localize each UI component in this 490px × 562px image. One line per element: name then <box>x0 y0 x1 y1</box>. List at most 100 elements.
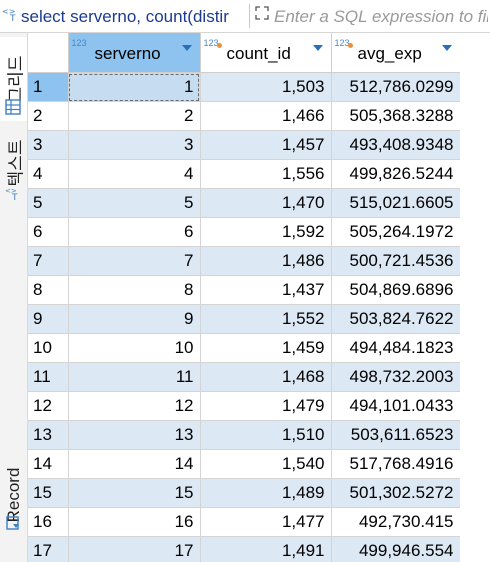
cell-serverno[interactable]: 16 <box>68 507 201 537</box>
column-header-count-id[interactable]: 123 count_id <box>200 33 332 73</box>
cell-count-id[interactable]: 1,466 <box>200 101 332 131</box>
cell-count-id[interactable]: 1,486 <box>200 246 332 276</box>
cell-count-id[interactable]: 1,468 <box>200 362 332 392</box>
table-row[interactable]: 6 6 1,592 505,264.1972 <box>28 217 460 247</box>
table-row[interactable]: 8 8 1,437 504,869.6896 <box>28 275 460 305</box>
cell-avg-exp[interactable]: 504,869.6896 <box>331 275 460 305</box>
table-row[interactable]: 16 16 1,477 492,730.415 <box>28 507 460 537</box>
sql-toolbar: <> T select serverno, count(distir <box>0 0 490 33</box>
sort-arrow-icon[interactable] <box>441 45 452 51</box>
table-row[interactable]: 15 15 1,489 501,302.5272 <box>28 478 460 508</box>
table-row[interactable]: 11 11 1,468 498,732.2003 <box>28 362 460 392</box>
cell-count-id[interactable]: 1,510 <box>200 420 332 450</box>
row-number-cell[interactable]: 8 <box>28 275 69 305</box>
key-dot-icon <box>216 43 222 48</box>
table-row[interactable]: 4 4 1,556 499,826.5244 <box>28 159 460 189</box>
table-row[interactable]: 10 10 1,459 494,484.1823 <box>28 333 460 363</box>
row-number-cell[interactable]: 7 <box>28 246 69 276</box>
row-number-cell[interactable]: 11 <box>28 362 69 392</box>
cell-avg-exp[interactable]: 515,021.6605 <box>331 188 460 218</box>
cell-avg-exp[interactable]: 501,302.5272 <box>331 478 460 508</box>
cell-avg-exp[interactable]: 512,786.0299 <box>331 72 460 102</box>
row-number-cell[interactable]: 4 <box>28 159 69 189</box>
tab-grid-label: 그리드 <box>6 55 25 103</box>
sort-arrow-icon[interactable] <box>181 45 192 51</box>
table-row[interactable]: 9 9 1,552 503,824.7622 <box>28 304 460 334</box>
expand-icon[interactable] <box>254 5 270 21</box>
grid-icon <box>5 99 21 115</box>
cell-count-id[interactable]: 1,552 <box>200 304 332 334</box>
cell-count-id[interactable]: 1,459 <box>200 333 332 363</box>
cell-avg-exp[interactable]: 493,408.9348 <box>331 130 460 160</box>
cell-avg-exp[interactable]: 494,484.1823 <box>331 333 460 363</box>
cell-avg-exp[interactable]: 505,368.3288 <box>331 101 460 131</box>
row-number-cell[interactable]: 3 <box>28 130 69 160</box>
cell-avg-exp[interactable]: 503,611.6523 <box>331 420 460 450</box>
table-row[interactable]: 7 7 1,486 500,721.4536 <box>28 246 460 276</box>
table-row[interactable]: 12 12 1,479 494,101.0433 <box>28 391 460 421</box>
row-number-cell[interactable]: 16 <box>28 507 69 537</box>
cell-serverno[interactable]: 9 <box>68 304 201 334</box>
cell-avg-exp[interactable]: 494,101.0433 <box>331 391 460 421</box>
cell-count-id[interactable]: 1,457 <box>200 130 332 160</box>
row-number-cell[interactable]: 13 <box>28 420 69 450</box>
numeric-type-icon: 123 <box>71 38 87 48</box>
cell-serverno[interactable]: 3 <box>68 130 201 160</box>
cell-serverno[interactable]: 11 <box>68 362 201 392</box>
sql-query-text[interactable]: select serverno, count(distir <box>21 7 247 27</box>
table-row[interactable]: 13 13 1,510 503,611.6523 <box>28 420 460 450</box>
cell-count-id[interactable]: 1,470 <box>200 188 332 218</box>
cell-avg-exp[interactable]: 492,730.415 <box>331 507 460 537</box>
row-number-cell[interactable]: 9 <box>28 304 69 334</box>
cell-serverno[interactable]: 17 <box>68 536 201 562</box>
row-number-cell[interactable]: 6 <box>28 217 69 247</box>
cell-avg-exp[interactable]: 499,946.554 <box>331 536 460 562</box>
cell-serverno[interactable]: 6 <box>68 217 201 247</box>
row-number-cell[interactable]: 5 <box>28 188 69 218</box>
cell-count-id[interactable]: 1,491 <box>200 536 332 562</box>
cell-serverno[interactable]: 5 <box>68 188 201 218</box>
row-number-cell[interactable]: 15 <box>28 478 69 508</box>
cell-count-id[interactable]: 1,503 <box>200 72 332 102</box>
cell-count-id[interactable]: 1,489 <box>200 478 332 508</box>
cell-avg-exp[interactable]: 505,264.1972 <box>331 217 460 247</box>
row-number-cell[interactable]: 14 <box>28 449 69 479</box>
sort-arrow-icon[interactable] <box>312 45 323 51</box>
cell-serverno[interactable]: 8 <box>68 275 201 305</box>
filter-input[interactable] <box>274 5 488 29</box>
table-row[interactable]: 2 2 1,466 505,368.3288 <box>28 101 460 131</box>
cell-serverno[interactable]: 12 <box>68 391 201 421</box>
row-number-cell[interactable]: 2 <box>28 101 69 131</box>
cell-avg-exp[interactable]: 499,826.5244 <box>331 159 460 189</box>
cell-serverno[interactable]: 15 <box>68 478 201 508</box>
column-header-serverno[interactable]: 123 serverno <box>68 33 201 73</box>
row-number-header[interactable] <box>28 33 69 73</box>
table-row[interactable]: 14 14 1,540 517,768.4916 <box>28 449 460 479</box>
row-number-cell[interactable]: 12 <box>28 391 69 421</box>
cell-avg-exp[interactable]: 503,824.7622 <box>331 304 460 334</box>
table-row[interactable]: 17 17 1,491 499,946.554 <box>28 536 460 562</box>
cell-serverno[interactable]: 1 <box>68 72 201 102</box>
row-number-cell[interactable]: 17 <box>28 536 69 562</box>
cell-count-id[interactable]: 1,556 <box>200 159 332 189</box>
cell-serverno[interactable]: 4 <box>68 159 201 189</box>
cell-serverno[interactable]: 2 <box>68 101 201 131</box>
table-row[interactable]: 3 3 1,457 493,408.9348 <box>28 130 460 160</box>
table-row[interactable]: 1 1 1,503 512,786.0299 <box>28 72 460 102</box>
row-number-cell[interactable]: 10 <box>28 333 69 363</box>
cell-count-id[interactable]: 1,477 <box>200 507 332 537</box>
column-header-avg-exp[interactable]: 123 avg_exp <box>331 33 460 73</box>
cell-serverno[interactable]: 7 <box>68 246 201 276</box>
cell-count-id[interactable]: 1,437 <box>200 275 332 305</box>
cell-serverno[interactable]: 10 <box>68 333 201 363</box>
cell-count-id[interactable]: 1,540 <box>200 449 332 479</box>
cell-count-id[interactable]: 1,592 <box>200 217 332 247</box>
cell-serverno[interactable]: 13 <box>68 420 201 450</box>
cell-avg-exp[interactable]: 500,721.4536 <box>331 246 460 276</box>
table-row[interactable]: 5 5 1,470 515,021.6605 <box>28 188 460 218</box>
cell-avg-exp[interactable]: 498,732.2003 <box>331 362 460 392</box>
cell-serverno[interactable]: 14 <box>68 449 201 479</box>
row-number-cell[interactable]: 1 <box>28 72 69 102</box>
cell-avg-exp[interactable]: 517,768.4916 <box>331 449 460 479</box>
cell-count-id[interactable]: 1,479 <box>200 391 332 421</box>
